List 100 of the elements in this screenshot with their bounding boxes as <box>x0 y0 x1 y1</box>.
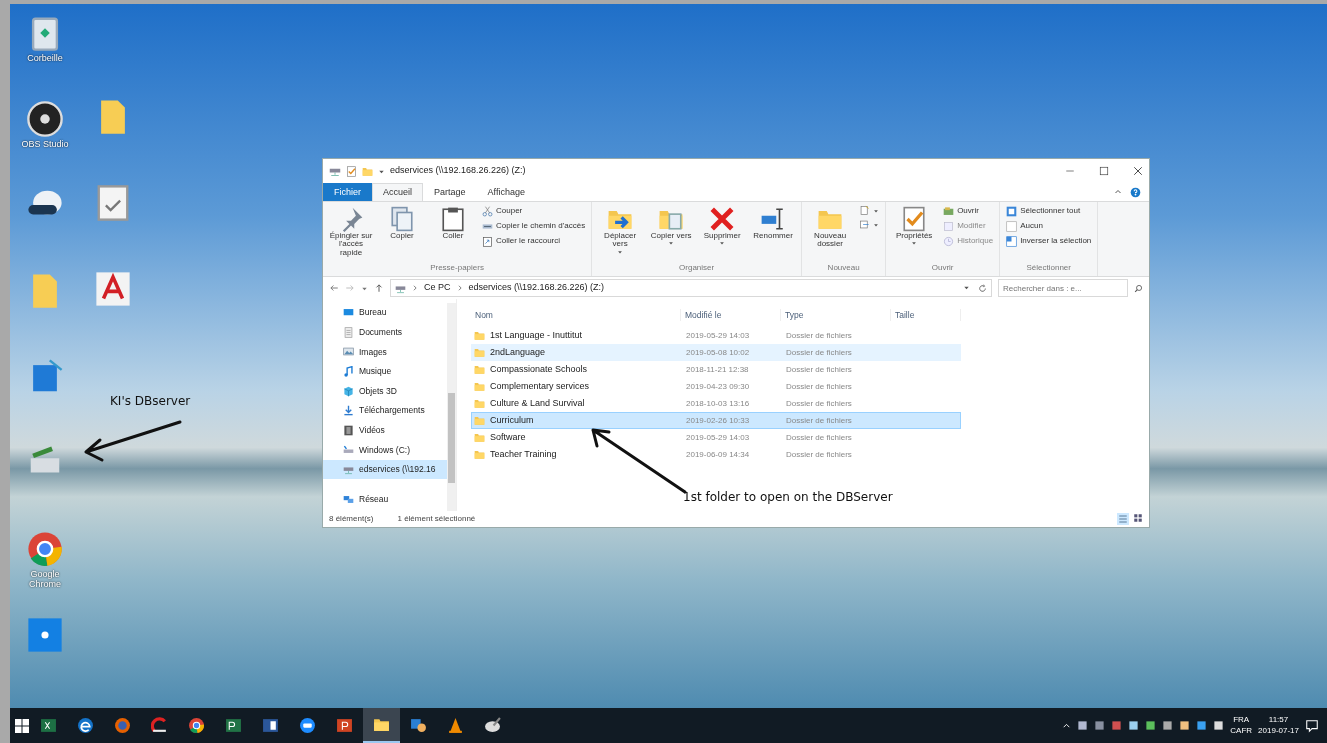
column-header[interactable]: Taille <box>891 308 961 322</box>
nav-item[interactable]: Musique <box>323 361 447 382</box>
ribbon-button[interactable]: Copier vers <box>647 204 696 262</box>
scrollbar[interactable] <box>447 303 456 511</box>
ribbon-button[interactable]: Coller le raccourci <box>480 234 588 248</box>
column-header[interactable]: Modifié le <box>681 308 781 322</box>
file-row[interactable]: 2ndLanguage 2019-05-08 10:02 Dossier de fichiers <box>471 344 961 361</box>
help-icon[interactable] <box>1130 186 1141 198</box>
ribbon-tab[interactable]: Fichier <box>323 183 372 201</box>
people-icon <box>410 717 427 734</box>
tray-icon[interactable] <box>1077 720 1089 731</box>
ribbon-tab[interactable]: Accueil <box>372 183 424 201</box>
file-row[interactable]: Culture & Land Survival 2018-10-03 13:16 Dossier de fichiers <box>471 395 961 412</box>
ribbon-button[interactable]: Propriétés <box>890 204 939 262</box>
file-name: 2ndLanguage <box>490 345 546 359</box>
back-arrow-icon[interactable] <box>329 283 339 293</box>
modified-date: 2019-05-08 10:02 <box>685 346 751 359</box>
modified-date: 2019-06-09 14:34 <box>685 448 751 461</box>
tray-icon[interactable] <box>1094 720 1106 731</box>
file-row[interactable]: Teacher Training 2019-06-09 14:34 Dossier de fichiers <box>471 446 961 463</box>
up-arrow-icon[interactable] <box>374 283 384 293</box>
ribbon-button[interactable]: Couper <box>480 204 588 218</box>
pdf-icon[interactable] <box>94 270 132 308</box>
ribbon-button[interactable]: Renommer <box>749 204 798 262</box>
notification-icon[interactable] <box>1305 718 1319 733</box>
tray-icon[interactable] <box>1128 720 1140 731</box>
ribbon-button[interactable]: Déplacer vers <box>596 204 645 262</box>
edit-icon <box>943 220 955 232</box>
nav-item[interactable]: Téléchargements <box>323 400 447 421</box>
group-label: Nouveau <box>826 262 861 274</box>
ribbon-button[interactable]: Ouvrir <box>941 204 996 218</box>
search-field[interactable]: Rechercher dans : e... <box>998 279 1128 297</box>
refresh-icon[interactable] <box>978 283 987 293</box>
close-icon[interactable] <box>1133 166 1143 176</box>
ribbon-tab[interactable]: Partage <box>423 183 477 201</box>
properties-icon[interactable] <box>346 165 357 177</box>
windows-start-icon[interactable] <box>14 717 30 734</box>
breadcrumb-link[interactable]: Ce PC <box>424 281 451 295</box>
ribbon-button[interactable]: Nouveau dossier <box>806 204 855 262</box>
nav-item[interactable]: Vidéos <box>323 420 447 441</box>
folder-icon <box>474 381 485 392</box>
modified-date: 2019-04-23 09:30 <box>685 380 751 393</box>
folder-icon <box>474 398 485 409</box>
modified-date: 2018-10-03 13:16 <box>685 397 751 410</box>
ribbon-button[interactable]: Copier le chemin d'accès <box>480 219 588 233</box>
tray-icon[interactable] <box>1213 720 1225 731</box>
tray-icon[interactable] <box>1179 720 1191 731</box>
file-row[interactable]: Complementary services 2019-04-23 09:30 Dossier de fichiers <box>471 378 961 395</box>
ribbon-button[interactable]: Copier <box>378 204 426 262</box>
column-header[interactable]: Type <box>781 308 891 322</box>
file-type: Dossier de fichiers <box>785 397 853 410</box>
breadcrumb-link[interactable]: edservices (\\192.168.26.226) (Z:) <box>468 281 605 295</box>
ribbon-button[interactable]: Sélectionner tout <box>1004 204 1094 218</box>
nav-item[interactable]: edservices (\\192.16 <box>323 459 447 480</box>
file-row[interactable]: Curriculum 2019-02-26 10:33 Dossier de fichiers <box>471 412 961 429</box>
nav-item[interactable]: Bureau <box>323 303 447 323</box>
clock-text[interactable]: 2019-07-17 <box>1258 725 1299 736</box>
tray-icon[interactable] <box>1196 720 1208 731</box>
folder-icon <box>474 347 485 358</box>
open-icon <box>943 205 955 217</box>
nav-item[interactable]: Images <box>323 342 447 362</box>
tray-icon[interactable] <box>1162 720 1174 731</box>
ribbon-button[interactable]: Aucun <box>1004 219 1094 233</box>
nav-item[interactable]: Objets 3D <box>323 381 447 401</box>
clock-text[interactable]: 11:57 <box>1268 715 1289 726</box>
ribbon-button[interactable]: Coller <box>429 204 477 262</box>
ribbon-tab[interactable]: Affichage <box>476 183 536 201</box>
nav-item[interactable]: Réseau <box>323 489 447 509</box>
network-icon <box>343 493 354 505</box>
tray-icon[interactable] <box>1145 720 1157 731</box>
column-header[interactable]: Nom <box>471 308 681 322</box>
file-type: Dossier de fichiers <box>785 431 853 444</box>
ribbon-button[interactable]: Épingler sur l'accès rapide <box>327 204 375 262</box>
status-text: 8 élément(s) <box>329 513 374 525</box>
ribbon-button[interactable]: Inverser la sélection <box>1004 234 1094 248</box>
group-label: Organiser <box>678 262 716 274</box>
file-row[interactable]: 1st Language - Inuttitut 2019-05-29 14:03 Dossier de fichiers <box>471 327 961 344</box>
tile-icon[interactable] <box>26 616 64 654</box>
address-bar[interactable]: Ce PC edservices (\\192.168.26.226) (Z:) <box>390 279 992 297</box>
file-name: Software <box>490 430 526 444</box>
scroll-thumb[interactable] <box>448 393 455 483</box>
record-circle-icon[interactable] <box>26 100 64 138</box>
nav-item[interactable]: Documents <box>323 322 447 343</box>
input-language[interactable]: CAFR <box>1230 725 1253 736</box>
chevron-up-icon[interactable] <box>1062 721 1072 730</box>
tiles-view-icon[interactable] <box>1133 513 1143 523</box>
nav-item[interactable]: Windows (C:) <box>323 440 447 460</box>
chat-icon <box>299 717 316 734</box>
easy-access-icon <box>859 219 871 230</box>
file-name: Teacher Training <box>490 447 557 461</box>
chrome-icon[interactable] <box>26 530 64 568</box>
file-row[interactable]: Compassionate Schools 2018-11-21 12:38 Dossier de fichiers <box>471 361 961 378</box>
input-language[interactable]: FRA <box>1233 715 1250 726</box>
search-icon[interactable] <box>1134 283 1143 293</box>
paint-icon <box>484 717 501 734</box>
maximize-icon[interactable] <box>1099 166 1109 176</box>
file-row[interactable]: Software 2019-05-29 14:03 Dossier de fichiers <box>471 429 961 446</box>
icon-label[interactable]: Corbeille <box>27 54 63 64</box>
taskbar-button[interactable] <box>363 708 400 743</box>
ribbon-button[interactable]: Supprimer <box>698 204 747 262</box>
